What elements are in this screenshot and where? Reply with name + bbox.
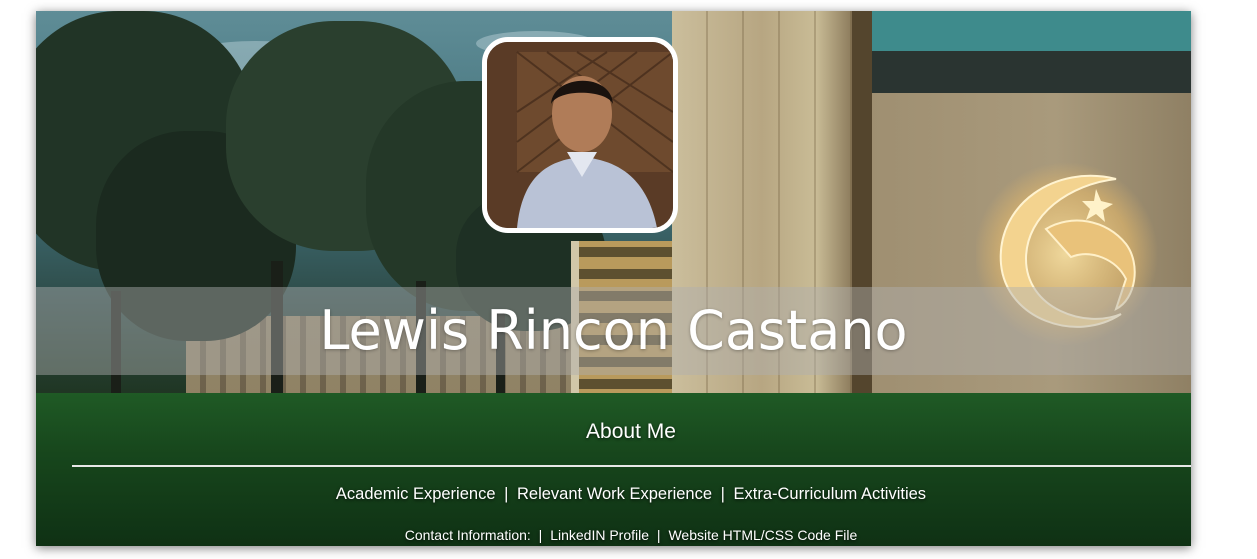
nav-separator: |: [504, 485, 509, 503]
nav-link-extracurricular[interactable]: Extra-Curriculum Activities: [734, 485, 927, 503]
lawn: [36, 393, 1191, 546]
building-roof: [852, 51, 1191, 95]
sky: [852, 11, 1191, 51]
linkedin-link[interactable]: LinkedIN Profile: [550, 527, 649, 543]
section-heading: About Me: [586, 420, 676, 443]
nav-link-academic-experience[interactable]: Academic Experience: [336, 485, 496, 503]
contact-separator: |: [538, 527, 543, 543]
nav-link-work-experience[interactable]: Relevant Work Experience: [517, 485, 712, 503]
person-avatar-icon: [487, 42, 673, 228]
profile-photo: [482, 37, 678, 233]
main-nav: Academic Experience | Relevant Work Expe…: [36, 485, 1226, 504]
code-file-link[interactable]: Website HTML/CSS Code File: [668, 527, 857, 543]
divider: [72, 465, 1191, 467]
contact-separator: |: [656, 527, 661, 543]
page-title: Lewis Rincon Castano: [319, 299, 908, 362]
contact-label: Contact Information:: [404, 527, 531, 543]
nav-separator: |: [720, 485, 725, 503]
contact-bar: Contact Information: | LinkedIN Profile …: [36, 527, 1226, 543]
